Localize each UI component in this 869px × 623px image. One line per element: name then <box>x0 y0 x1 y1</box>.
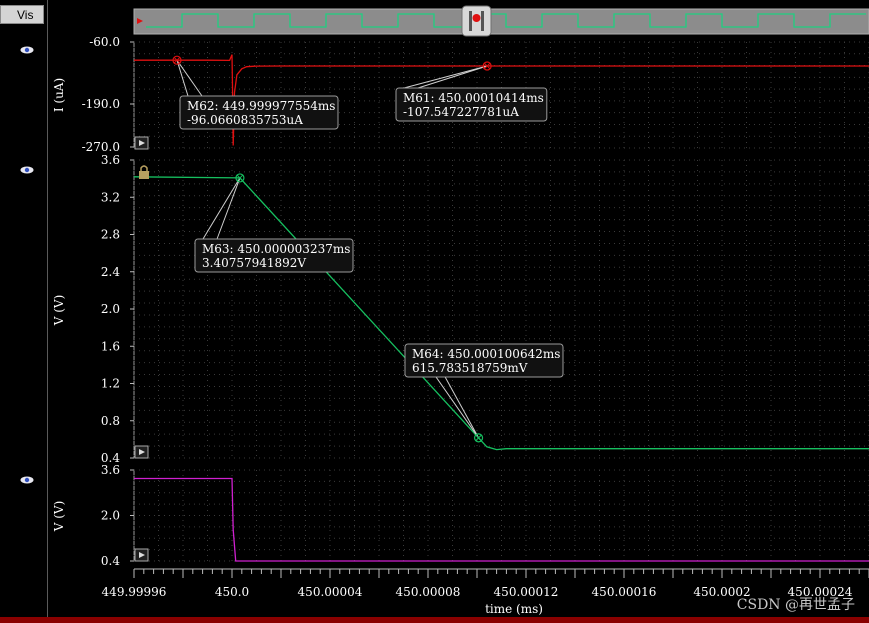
y-tick-label: 0.4 <box>101 554 120 568</box>
y-tick-label: 1.2 <box>101 377 120 391</box>
marker-m64[interactable]: M64: 450.000100642ms615.783518759mV <box>404 343 564 443</box>
x-tick-label: 450.00004 <box>298 585 363 599</box>
lock-icon <box>139 165 149 179</box>
y-tick-label: -190.0 <box>82 97 120 111</box>
marker-leader <box>216 177 241 240</box>
expand-arrow-icon[interactable] <box>134 445 149 459</box>
plot-panel: 3.63.22.82.42.01.61.20.80.4V (V)M63: 450… <box>52 153 869 465</box>
y-tick-label: -270.0 <box>82 140 120 154</box>
marker-label-line2: -107.547227781uA <box>403 105 519 119</box>
overview-scrollbar[interactable] <box>133 5 869 37</box>
y-axis-label: I (uA) <box>52 78 66 112</box>
x-tick-label: 450.00008 <box>396 585 461 599</box>
y-tick-label: 3.6 <box>101 153 120 167</box>
plot-panel: 3.6 2.0 0.4 V (V) <box>52 463 869 568</box>
time-axis: 449.99996 450.0 450.00004 450.00008 450.0001… <box>102 568 869 599</box>
marker-m63[interactable]: M63: 450.000003237ms3.40757941892V <box>194 173 354 273</box>
series-line <box>133 176 869 451</box>
x-tick-label: 449.99996 <box>102 585 167 599</box>
y-tick-label: 3.6 <box>101 463 120 477</box>
waveform-viewer: -60.0 -190.0 -270.0 I (uA) M62: 449.99997755… <box>52 5 869 616</box>
y-tick-label: 2.8 <box>101 228 120 242</box>
marker-m61[interactable]: M61: 450.00010414ms-107.547227781uA <box>395 61 548 122</box>
x-tick-label: 450.00012 <box>494 585 559 599</box>
y-axis-label: V (V) <box>52 501 66 533</box>
plot-panel: -60.0 -190.0 -270.0 I (uA) M62: 449.99997755… <box>52 35 869 154</box>
marker-label-line2: 615.783518759mV <box>412 361 528 375</box>
marker-leader <box>202 177 241 240</box>
marker-label-line1: M62: 449.999977554ms <box>187 99 335 113</box>
marker-label-line1: M63: 450.000003237ms <box>202 242 350 256</box>
y-axis-label: V (V) <box>52 295 66 327</box>
x-axis-label: time (ms) <box>485 602 543 616</box>
y-tick-label: 2.4 <box>101 265 120 279</box>
marker-label-line1: M61: 450.00010414ms <box>403 91 544 105</box>
x-tick-label: 450.00016 <box>592 585 657 599</box>
status-strip <box>0 617 869 623</box>
marker-m62[interactable]: M62: 449.999977554ms-96.0660835753uA <box>172 55 339 130</box>
marker-label-line2: 3.40757941892V <box>202 256 306 270</box>
expand-arrow-icon[interactable] <box>134 548 149 562</box>
y-tick-label: -60.0 <box>89 35 120 49</box>
marker-label-line1: M64: 450.000100642ms <box>412 347 560 361</box>
y-tick-label: 2.0 <box>101 509 120 523</box>
watermark: CSDN @再世孟子 <box>737 597 855 613</box>
scroll-thumb[interactable] <box>461 5 492 37</box>
x-tick-label: 450.0 <box>215 585 249 599</box>
y-tick-label: 1.6 <box>101 339 120 353</box>
marker-label-line2: -96.0660835753uA <box>187 113 303 127</box>
expand-arrow-icon[interactable] <box>134 136 149 150</box>
y-tick-label: 2.0 <box>101 302 120 316</box>
y-tick-label: 3.2 <box>101 190 120 204</box>
marker-leader <box>176 60 189 97</box>
y-tick-label: 0.8 <box>101 414 120 428</box>
